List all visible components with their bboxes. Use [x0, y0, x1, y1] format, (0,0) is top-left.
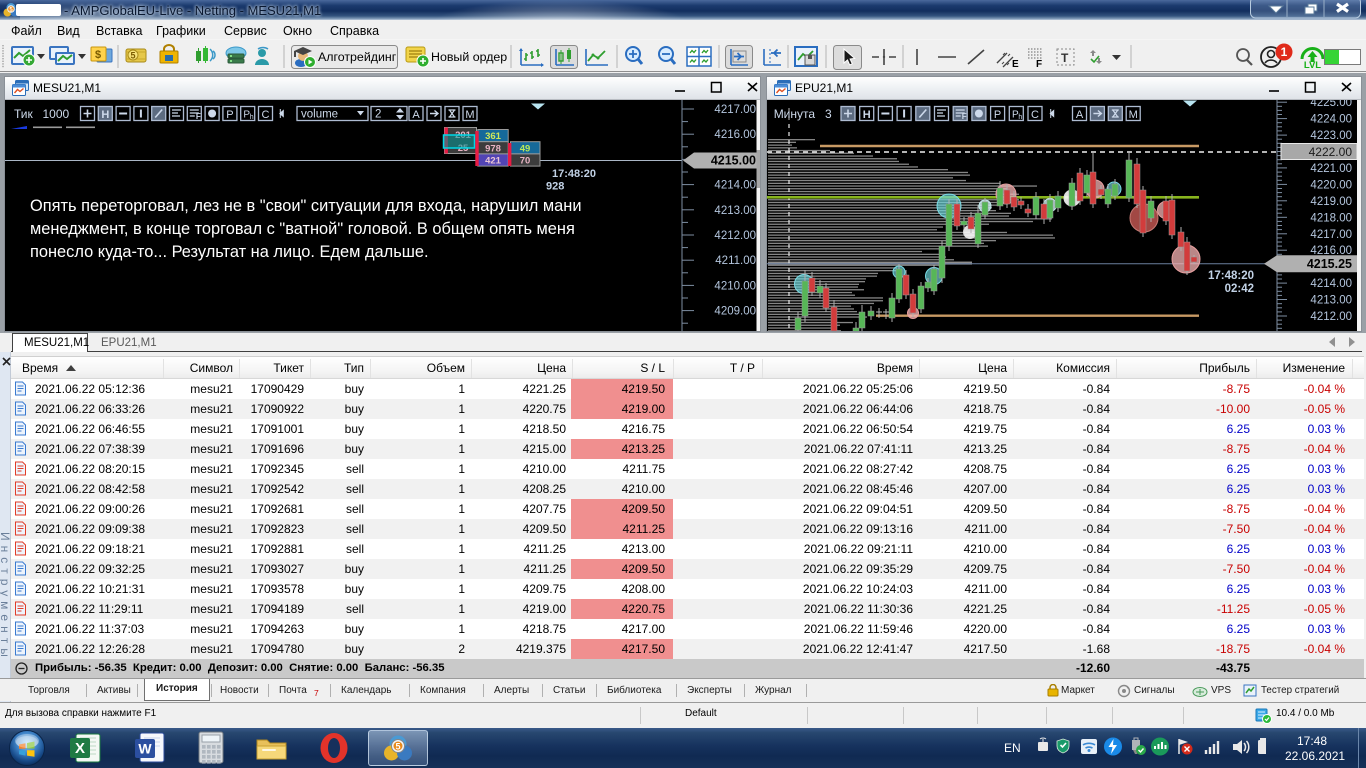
svg-text:2: 2 [375, 109, 381, 121]
svg-text:C: C [262, 109, 270, 121]
svg-text:H: H [863, 109, 871, 121]
svg-text:4224.00: 4224.00 [1310, 114, 1352, 126]
svg-text:Тик: Тик [14, 107, 34, 121]
svg-text:M: M [1129, 109, 1138, 121]
svg-text:4216.00: 4216.00 [714, 129, 756, 141]
svg-text:4222.00: 4222.00 [1309, 145, 1353, 159]
svg-text:17:48:20: 17:48:20 [1208, 270, 1254, 282]
svg-text:361: 361 [485, 131, 502, 142]
svg-text:02:42: 02:42 [1225, 283, 1254, 295]
svg-text:5: 5 [130, 51, 135, 61]
svg-text:3: 3 [825, 107, 832, 121]
svg-text:P: P [994, 109, 1001, 121]
svg-text:P: P [226, 109, 233, 121]
svg-text:4215.25: 4215.25 [1307, 257, 1352, 271]
svg-text:978: 978 [485, 144, 501, 155]
svg-text:4221.00: 4221.00 [1310, 163, 1352, 175]
svg-text:4213.00: 4213.00 [1310, 295, 1352, 307]
svg-text:Алготрейдинг: Алготрейдинг [318, 50, 397, 64]
svg-text:421: 421 [485, 156, 502, 167]
svg-text:4218.00: 4218.00 [1310, 212, 1352, 224]
svg-text:F: F [1036, 59, 1042, 70]
svg-text:$: $ [95, 49, 101, 61]
svg-text:5: 5 [395, 742, 400, 752]
svg-text:W: W [138, 741, 152, 757]
svg-text:70: 70 [520, 156, 531, 167]
svg-text:4212.00: 4212.00 [714, 230, 756, 242]
svg-text:A: A [1076, 109, 1084, 121]
svg-text:Опять переторговал, лез не в ": Опять переторговал, лез не в "свои" ситу… [30, 197, 581, 215]
svg-text:4220.00: 4220.00 [1310, 179, 1352, 191]
svg-text:4213.00: 4213.00 [714, 205, 756, 217]
svg-text:h: h [1018, 114, 1022, 121]
svg-text:17:48:20: 17:48:20 [552, 168, 596, 180]
svg-text:4215.00: 4215.00 [711, 154, 756, 168]
svg-text:Минута: Минута [774, 107, 816, 121]
svg-text:4217.00: 4217.00 [714, 104, 756, 116]
svg-text:F: F [196, 112, 201, 121]
svg-text:A: A [412, 109, 420, 121]
svg-text:понесло куда-то... Результат н: понесло куда-то... Результат на лицо. Ед… [30, 243, 429, 261]
svg-text:4214.00: 4214.00 [1310, 278, 1352, 290]
svg-text:Новый ордер: Новый ордер [431, 50, 507, 64]
svg-text:E: E [1012, 59, 1019, 70]
svg-text:F: F [962, 112, 967, 121]
svg-text:h: h [250, 114, 254, 121]
svg-text:T: T [1061, 51, 1069, 65]
svg-text:4219.00: 4219.00 [1310, 196, 1352, 208]
svg-text:4214.00: 4214.00 [714, 180, 756, 192]
svg-text:4210.00: 4210.00 [714, 280, 756, 292]
svg-text:LVL: LVL [1304, 60, 1321, 71]
svg-text:M: M [465, 109, 474, 121]
svg-text:X: X [75, 740, 85, 757]
svg-text:4217.00: 4217.00 [1310, 229, 1352, 241]
svg-text:1: 1 [1281, 45, 1288, 59]
svg-text:928: 928 [546, 181, 564, 193]
svg-text:менеджмент, в конце торговал с: менеджмент, в конце торговал с "ватной" … [30, 220, 575, 238]
svg-text:4209.00: 4209.00 [714, 306, 756, 318]
svg-text:volume: volume [301, 109, 338, 121]
svg-text:49: 49 [520, 144, 531, 155]
svg-text:C: C [1031, 109, 1039, 121]
svg-text:H: H [101, 109, 109, 121]
svg-text:1000: 1000 [43, 107, 70, 121]
svg-text:4211.00: 4211.00 [715, 255, 756, 267]
svg-text:4212.00: 4212.00 [1310, 311, 1352, 323]
svg-text:4225.00: 4225.00 [1310, 100, 1352, 109]
svg-text:4223.00: 4223.00 [1310, 130, 1352, 142]
